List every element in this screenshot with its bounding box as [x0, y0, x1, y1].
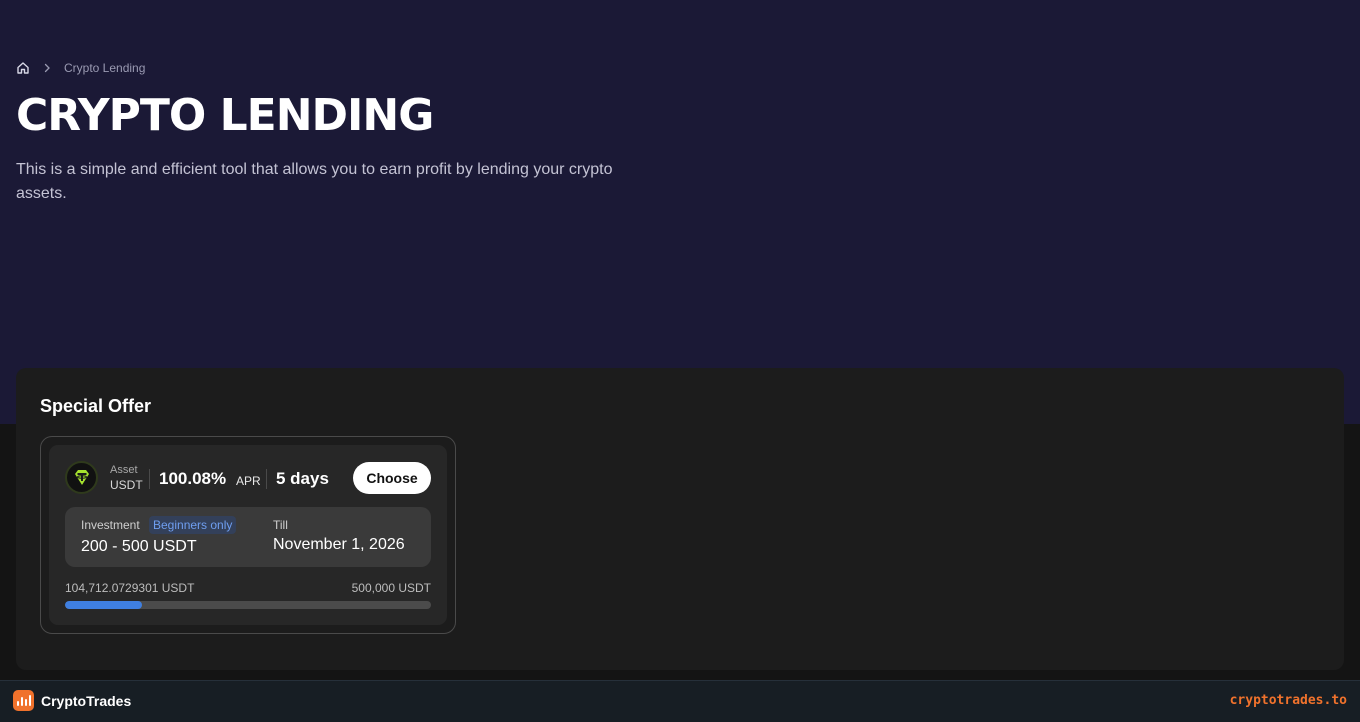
brand-url[interactable]: cryptotrades.to: [1230, 693, 1347, 708]
bar-chart-icon: [13, 690, 34, 711]
progress-bar: [65, 601, 431, 609]
chevron-right-icon: [40, 61, 54, 75]
duration-value: 5 days: [276, 469, 329, 488]
footer: CryptoTrades cryptotrades.to: [0, 680, 1360, 722]
asset-label: Asset: [110, 464, 138, 476]
till-date: November 1, 2026: [273, 536, 405, 553]
progress-current: 104,712.0729301 USDT: [65, 581, 195, 595]
offer-card: Asset USDT 100.08% APR 5 days Choose Inv…: [49, 445, 447, 625]
investment-info-box: Investment Beginners only 200 - 500 USDT…: [65, 507, 431, 567]
offer-card-frame: Asset USDT 100.08% APR 5 days Choose Inv…: [40, 436, 456, 634]
special-offer-heading: Special Offer: [40, 396, 152, 416]
page-description: This is a simple and efficient tool that…: [16, 161, 613, 202]
divider: [149, 469, 150, 489]
beginners-badge: Beginners only: [149, 516, 237, 534]
brand-name[interactable]: CryptoTrades: [41, 693, 131, 709]
breadcrumb-current: Crypto Lending: [64, 61, 146, 75]
investment-label: Investment: [81, 518, 140, 532]
tether-usdt-icon: [65, 461, 98, 494]
apr-label: APR: [236, 474, 261, 488]
till-label: Till: [273, 518, 288, 532]
page-title: CRYPTO LENDING: [16, 90, 434, 141]
progress-total: 500,000 USDT: [351, 581, 431, 595]
asset-value: USDT: [110, 478, 143, 492]
choose-button[interactable]: Choose: [353, 462, 431, 494]
special-offer-panel: Special Offer Asset USDT 100.08% APR 5 d…: [16, 368, 1344, 670]
apr-value: 100.08%: [159, 469, 227, 488]
hero-section: [0, 0, 1360, 424]
home-icon[interactable]: [16, 61, 30, 75]
investment-range: 200 - 500 USDT: [81, 538, 197, 555]
progress-fill: [65, 601, 142, 609]
divider: [266, 469, 267, 489]
breadcrumb: Crypto Lending: [16, 60, 145, 76]
